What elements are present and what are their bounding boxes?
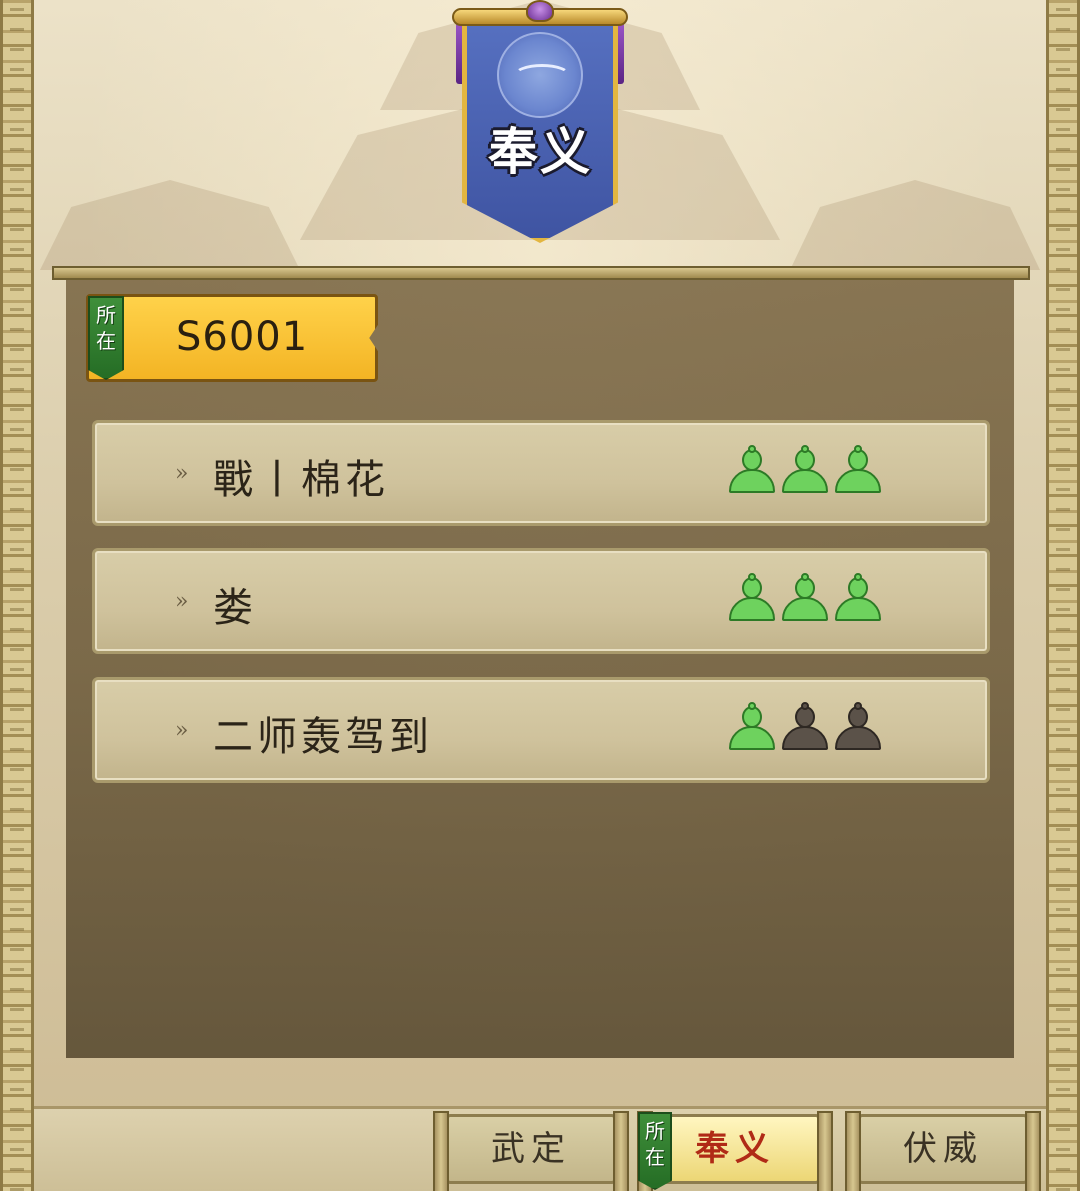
member-empty-icon	[833, 702, 883, 752]
tab-fuwei[interactable]: 伏威	[845, 1111, 1041, 1191]
palace-roof-right	[790, 180, 1040, 270]
crane-emblem-icon	[497, 32, 583, 118]
double-arrow-icon: »	[175, 589, 189, 614]
double-arrow-icon: »	[175, 718, 189, 743]
member-filled-icon	[727, 702, 777, 752]
member-filled-icon	[833, 445, 883, 495]
team-list-panel	[66, 280, 1014, 1058]
team-name: 戰丨棉花	[213, 457, 389, 503]
team-name: 娄	[213, 585, 257, 631]
member-filled-icon	[833, 573, 883, 623]
palace-roof-left	[40, 180, 300, 270]
team-row[interactable]: » 二师轰驾到	[92, 677, 990, 783]
tab-location-badge: 所在	[638, 1112, 672, 1190]
left-ornate-border	[0, 0, 34, 1191]
panel-top-rail	[52, 266, 1030, 280]
current-location-badge: 所在	[88, 296, 124, 380]
member-filled-icon	[780, 445, 830, 495]
tab-wuding[interactable]: 武定	[433, 1111, 629, 1191]
banner-gem-icon	[526, 0, 554, 22]
member-filled-icon	[727, 573, 777, 623]
member-empty-icon	[780, 702, 830, 752]
tab-fengyi[interactable]: 奉义	[637, 1111, 833, 1191]
double-arrow-icon: »	[175, 461, 189, 486]
team-row[interactable]: » 戰丨棉花	[92, 420, 990, 526]
server-name: S6001	[176, 314, 309, 360]
right-ornate-border	[1046, 0, 1080, 1191]
member-filled-icon	[780, 573, 830, 623]
team-name: 二师轰驾到	[213, 714, 433, 760]
member-filled-icon	[727, 445, 777, 495]
team-row[interactable]: » 娄	[92, 548, 990, 654]
faction-title: 奉义	[488, 122, 592, 181]
